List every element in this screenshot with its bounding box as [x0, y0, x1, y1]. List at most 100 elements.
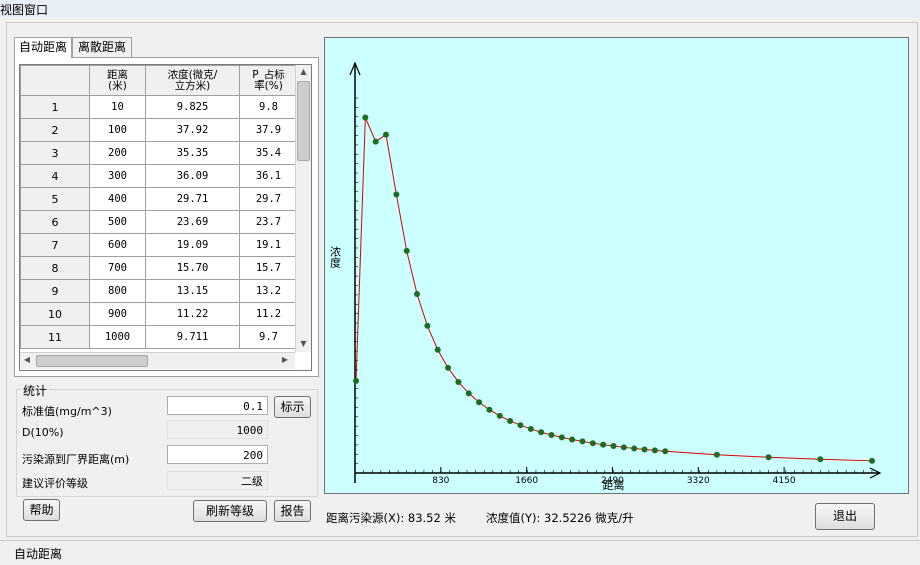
row-number-cell[interactable]: 7	[20, 233, 90, 257]
plot-area[interactable]: 830 1660 2490 3320 4150 距离 浓度	[324, 37, 909, 494]
table-cell[interactable]: 36.1	[239, 164, 298, 188]
table-row[interactable]: 8 700 15.70 15.7	[20, 256, 298, 280]
table-cell[interactable]: 15.7	[239, 256, 298, 280]
table-cell[interactable]: 35.4	[239, 141, 298, 165]
concentration-chart[interactable]: 830 1660 2490 3320 4150距离浓度	[325, 38, 908, 493]
boundary-distance-input[interactable]: 200	[167, 445, 268, 464]
table-cell[interactable]: 10	[89, 95, 146, 119]
grid-horizontal-scrollbar[interactable]: ◀ ▶	[20, 352, 295, 369]
data-point	[600, 441, 607, 448]
column-header[interactable]: 浓度(微克/ 立方米)	[145, 65, 240, 96]
table-cell[interactable]: 29.7	[239, 187, 298, 211]
refresh-grade-button[interactable]: 刷新等级	[193, 500, 267, 522]
table-cell[interactable]: 37.9	[239, 118, 298, 142]
row-number-cell[interactable]: 6	[20, 210, 90, 234]
table-cell[interactable]: 600	[89, 233, 146, 257]
table-cell[interactable]: 35.35	[145, 141, 240, 165]
column-header[interactable]	[20, 65, 90, 96]
table-cell[interactable]: 9.7	[239, 325, 298, 349]
table-cell[interactable]: 15.70	[145, 256, 240, 280]
table-cell[interactable]: 900	[89, 302, 146, 326]
table-cell[interactable]: 11.2	[239, 302, 298, 326]
table-cell[interactable]: 13.2	[239, 279, 298, 303]
table-row[interactable]: 10 900 11.22 11.2	[20, 302, 298, 326]
table-cell[interactable]: 37.92	[145, 118, 240, 142]
status-bar: 自动距离	[0, 540, 920, 565]
column-header[interactable]: 距离 (米)	[89, 65, 146, 96]
data-point	[558, 434, 565, 441]
table-row[interactable]: 1 10 9.825 9.8	[20, 95, 298, 119]
row-number-cell[interactable]: 10	[20, 302, 90, 326]
table-cell[interactable]: 13.15	[145, 279, 240, 303]
grid-vertical-scrollbar[interactable]: ▲ ▼	[295, 65, 311, 352]
data-point	[414, 291, 421, 298]
help-button[interactable]: 帮助	[23, 499, 60, 521]
table-cell[interactable]: 9.825	[145, 95, 240, 119]
data-point	[486, 406, 493, 413]
column-header[interactable]: P_占标 率(%)	[239, 65, 298, 96]
data-point	[455, 378, 462, 385]
table-row[interactable]: 6 500 23.69 23.7	[20, 210, 298, 234]
table-cell[interactable]: 200	[89, 141, 146, 165]
standard-value-input[interactable]: 0.1	[167, 396, 268, 415]
table-cell[interactable]: 9.711	[145, 325, 240, 349]
table-cell[interactable]: 23.7	[239, 210, 298, 234]
tab-auto-distance[interactable]: 自动距离	[14, 37, 72, 58]
table-cell[interactable]: 1000	[89, 325, 146, 349]
tab-discrete-distance[interactable]: 离散距离	[72, 37, 132, 57]
row-number-cell[interactable]: 3	[20, 141, 90, 165]
data-point	[548, 432, 555, 439]
table-cell[interactable]: 19.1	[239, 233, 298, 257]
table-cell[interactable]: 36.09	[145, 164, 240, 188]
d10-value: 1000	[167, 420, 268, 439]
table-row[interactable]: 2 100 37.92 37.9	[20, 118, 298, 142]
scroll-up-icon[interactable]: ▲	[296, 65, 311, 79]
x-tick-label: 830	[432, 476, 449, 486]
scroll-left-icon[interactable]: ◀	[20, 353, 34, 367]
data-point	[517, 422, 524, 429]
table-cell[interactable]: 300	[89, 164, 146, 188]
row-number-cell[interactable]: 4	[20, 164, 90, 188]
table-row[interactable]: 9 800 13.15 13.2	[20, 279, 298, 303]
data-point	[424, 322, 431, 329]
table-cell[interactable]: 400	[89, 187, 146, 211]
y-axis-label: 浓度	[329, 246, 342, 269]
grade-label: 建议评价等级	[22, 477, 88, 490]
row-number-cell[interactable]: 1	[20, 95, 90, 119]
table-cell[interactable]: 500	[89, 210, 146, 234]
data-point	[465, 390, 472, 397]
row-number-cell[interactable]: 8	[20, 256, 90, 280]
row-number-cell[interactable]: 11	[20, 325, 90, 349]
table-row[interactable]: 3 200 35.35 35.4	[20, 141, 298, 165]
concentration-readout: 浓度值(Y): 32.5226 微克/升	[486, 511, 634, 525]
data-point	[620, 444, 627, 451]
data-point	[445, 364, 452, 371]
table-row[interactable]: 5 400 29.71 29.7	[20, 187, 298, 211]
show-button[interactable]: 标示	[274, 396, 311, 418]
scroll-thumb-horizontal[interactable]	[36, 355, 148, 367]
table-row[interactable]: 7 600 19.09 19.1	[20, 233, 298, 257]
table-row[interactable]: 4 300 36.09 36.1	[20, 164, 298, 188]
table-cell[interactable]: 800	[89, 279, 146, 303]
report-button[interactable]: 报告	[274, 500, 311, 522]
table-cell[interactable]: 19.09	[145, 233, 240, 257]
data-point	[434, 346, 441, 353]
table-cell[interactable]: 9.8	[239, 95, 298, 119]
table-cell[interactable]: 11.22	[145, 302, 240, 326]
data-point	[713, 451, 720, 458]
row-number-cell[interactable]: 2	[20, 118, 90, 142]
row-number-cell[interactable]: 5	[20, 187, 90, 211]
table-cell[interactable]: 700	[89, 256, 146, 280]
row-number-cell[interactable]: 9	[20, 279, 90, 303]
table-cell[interactable]: 100	[89, 118, 146, 142]
exit-button[interactable]: 退出	[815, 503, 875, 530]
table-cell[interactable]: 29.71	[145, 187, 240, 211]
table-row[interactable]: 11 1000 9.711 9.7	[20, 325, 298, 349]
scroll-down-icon[interactable]: ▼	[296, 337, 311, 351]
data-point	[869, 457, 875, 464]
table-cell[interactable]: 23.69	[145, 210, 240, 234]
data-grid[interactable]: 距离 (米) 浓度(微克/ 立方米) P_占标 率(%) 1 10 9.825 9.8 2 10…	[19, 64, 312, 371]
scroll-thumb[interactable]	[297, 81, 310, 161]
data-point	[353, 377, 360, 384]
scroll-right-icon[interactable]: ▶	[278, 353, 292, 367]
